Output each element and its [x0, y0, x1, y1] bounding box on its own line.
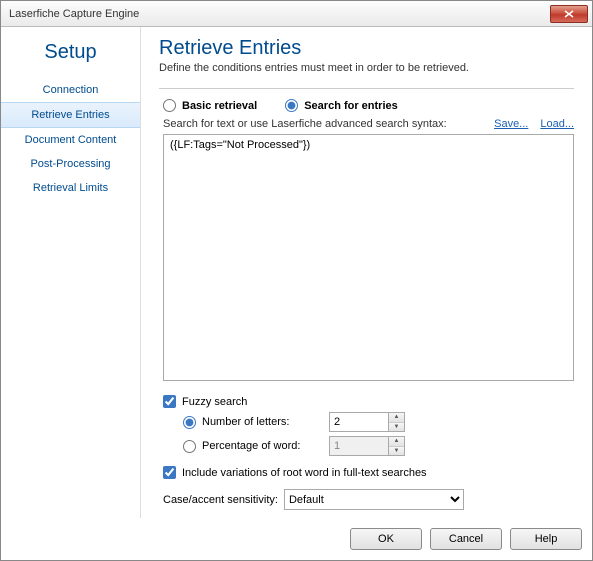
sidebar-item-post-processing[interactable]: Post-Processing — [1, 152, 140, 176]
sidebar-item-retrieval-limits[interactable]: Retrieval Limits — [1, 176, 140, 200]
search-hint: Search for text or use Laserfiche advanc… — [163, 118, 482, 130]
basic-retrieval-radio-input[interactable] — [163, 99, 176, 112]
case-select[interactable]: Default — [284, 489, 464, 510]
close-icon — [564, 10, 574, 18]
sidebar-item-document-content[interactable]: Document Content — [1, 128, 140, 152]
dialog-buttons: OK Cancel Help — [1, 518, 592, 560]
close-button[interactable] — [550, 5, 588, 23]
case-label: Case/accent sensitivity: — [163, 494, 278, 506]
page-title: Retrieve Entries — [159, 37, 574, 60]
percent-radio-input[interactable] — [183, 440, 196, 453]
percent-spin-down[interactable]: ▼ — [389, 447, 404, 456]
page-subtitle: Define the conditions entries must meet … — [159, 62, 574, 74]
variations-checkbox[interactable] — [163, 466, 176, 479]
fuzzy-label: Fuzzy search — [182, 396, 247, 408]
search-entries-radio-input[interactable] — [285, 99, 298, 112]
sidebar-item-connection[interactable]: Connection — [1, 78, 140, 102]
sidebar: Setup Connection Retrieve Entries Docume… — [1, 27, 141, 518]
letters-label: Number of letters: — [202, 416, 289, 428]
letters-input[interactable] — [330, 413, 388, 431]
help-button[interactable]: Help — [510, 528, 582, 550]
variations-label: Include variations of root word in full-… — [182, 467, 427, 479]
ok-button[interactable]: OK — [350, 528, 422, 550]
letters-spin-down[interactable]: ▼ — [389, 423, 404, 432]
sidebar-title: Setup — [1, 37, 140, 78]
fuzzy-checkbox[interactable] — [163, 395, 176, 408]
percent-input[interactable] — [330, 437, 388, 455]
save-link[interactable]: Save... — [494, 118, 528, 130]
percent-spinner[interactable]: ▲ ▼ — [329, 436, 405, 456]
letters-radio-input[interactable] — [183, 416, 196, 429]
window-title: Laserfiche Capture Engine — [9, 8, 550, 20]
cancel-button[interactable]: Cancel — [430, 528, 502, 550]
titlebar: Laserfiche Capture Engine — [1, 1, 592, 27]
search-entries-radio[interactable]: Search for entries — [285, 99, 398, 112]
search-entries-label: Search for entries — [304, 100, 398, 112]
percent-radio[interactable]: Percentage of word: — [183, 440, 323, 453]
sidebar-item-retrieve-entries[interactable]: Retrieve Entries — [1, 102, 140, 128]
main-panel: Retrieve Entries Define the conditions e… — [141, 27, 592, 518]
letters-radio[interactable]: Number of letters: — [183, 416, 323, 429]
load-link[interactable]: Load... — [540, 118, 574, 130]
basic-retrieval-radio[interactable]: Basic retrieval — [163, 99, 257, 112]
percent-label: Percentage of word: — [202, 440, 300, 452]
letters-spin-up[interactable]: ▲ — [389, 413, 404, 423]
percent-spin-up[interactable]: ▲ — [389, 437, 404, 447]
letters-spinner[interactable]: ▲ ▼ — [329, 412, 405, 432]
basic-retrieval-label: Basic retrieval — [182, 100, 257, 112]
search-input[interactable] — [163, 134, 574, 381]
divider — [159, 88, 574, 89]
